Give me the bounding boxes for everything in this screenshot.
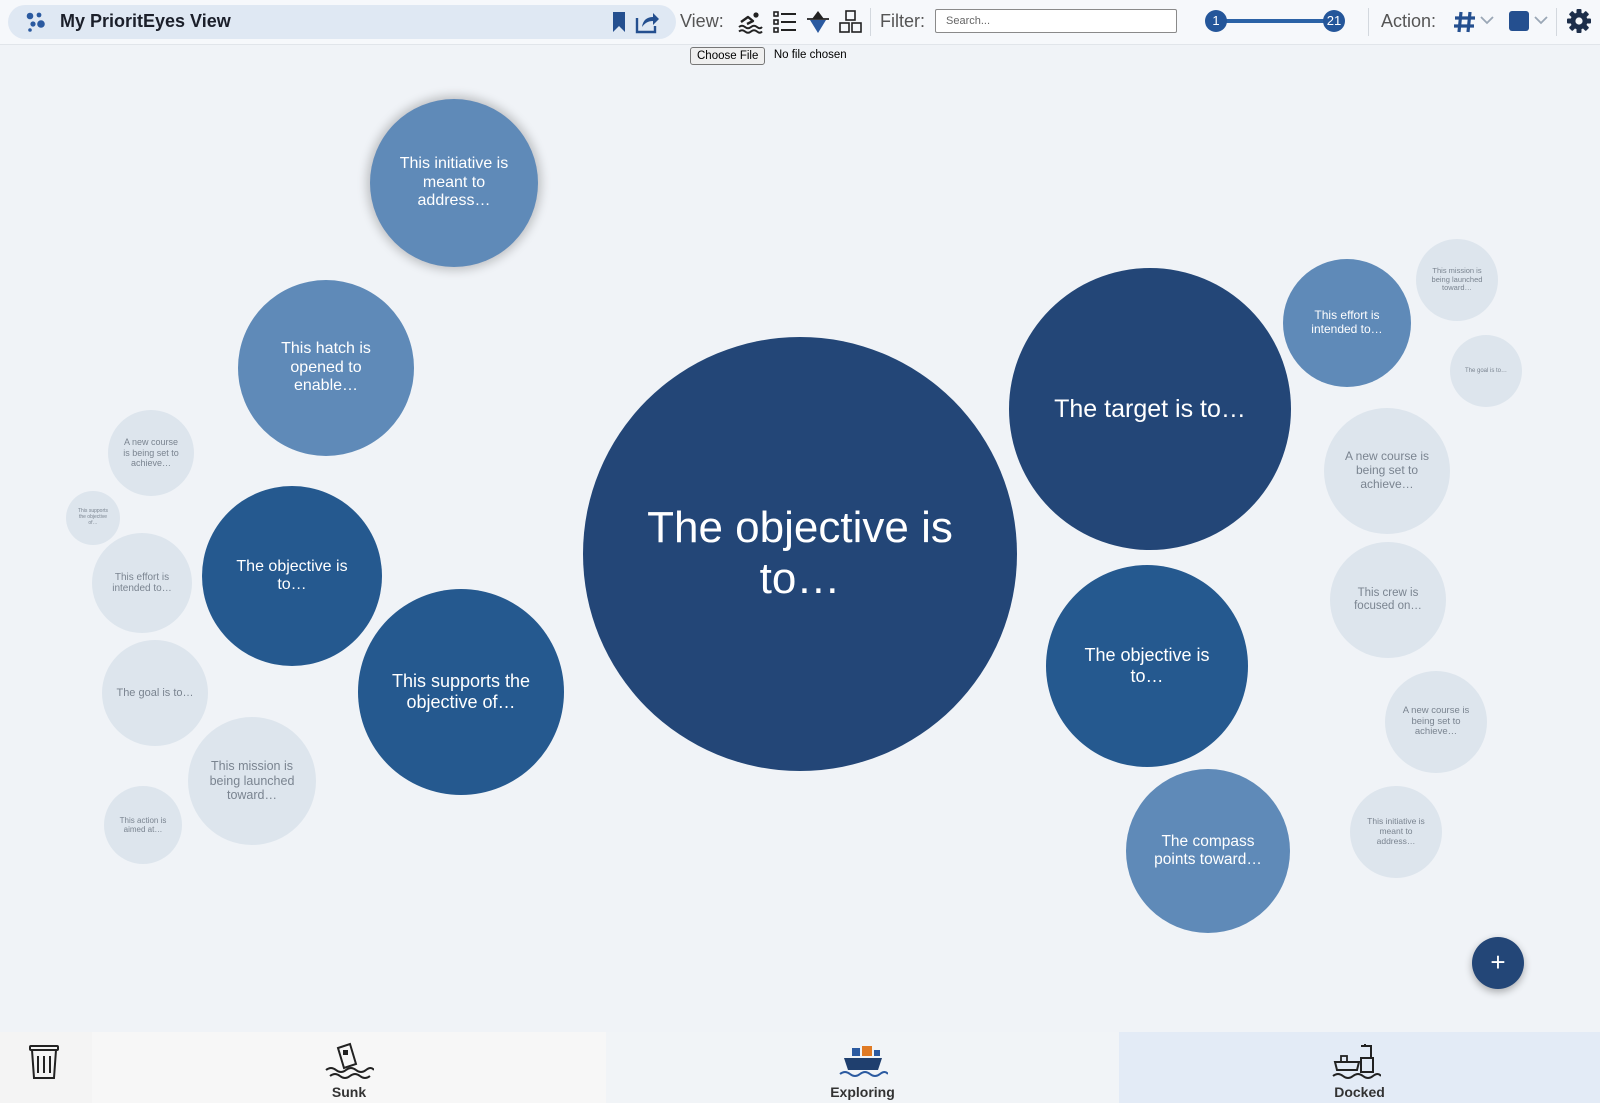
filter-label: Filter: [880,11,925,31]
cargo-ship-icon [839,1046,888,1077]
list-view-icon[interactable] [772,9,798,35]
docked-ship-icon [1332,1044,1381,1079]
blocks-view-icon[interactable] [838,9,864,35]
priority-bubble[interactable]: This mission is being launched toward… [1416,239,1498,321]
view-label: View: [680,11,724,31]
bookmark-icon[interactable] [609,9,629,35]
trash-zone[interactable] [0,1032,92,1103]
exploring-zone[interactable]: Exploring [606,1032,1119,1103]
app-title: My PrioritEyes View [60,11,231,31]
gear-icon[interactable] [1566,8,1592,34]
share-icon[interactable] [634,9,660,35]
trash-icon [29,1045,59,1079]
add-priority-button[interactable]: + [1472,937,1524,989]
priority-bubble[interactable]: This initiative is meant to address… [370,99,538,267]
priority-bubble[interactable]: The target is to… [1009,268,1291,550]
separator [1368,8,1369,36]
range-min-handle[interactable]: 1 [1205,10,1227,32]
top-toolbar: My PrioritEyes View View: Filter: 1 21 A… [0,0,1600,45]
hashtag-icon[interactable] [1452,9,1478,35]
zone-label-exploring: Exploring [830,1084,895,1100]
docked-zone[interactable]: Docked [1119,1032,1600,1103]
priority-bubble[interactable]: The objective is to… [202,486,382,666]
priority-bubble[interactable]: The goal is to… [102,640,208,746]
priority-bubble[interactable]: This action is aimed at… [104,786,182,864]
iceberg-view-icon[interactable] [805,9,831,35]
priority-bubble[interactable]: This effort is intended to… [92,533,192,633]
priority-bubble[interactable]: This supports the objective of… [66,491,120,545]
sunk-zone[interactable]: Sunk [92,1032,606,1103]
priority-bubble[interactable]: This hatch is opened to enable… [238,280,414,456]
sinking-ship-icon [325,1042,374,1079]
range-max-handle[interactable]: 21 [1323,10,1345,32]
chevron-down-icon[interactable] [1479,12,1495,28]
priority-bubble-main[interactable]: The objective is to… [583,337,1017,771]
zone-label-docked: Docked [1334,1084,1385,1100]
priority-bubble[interactable]: The compass points toward… [1126,769,1290,933]
priority-bubble[interactable]: A new course is being set to achieve… [1324,408,1450,534]
priority-bubble[interactable]: This mission is being launched toward… [188,717,316,845]
status-zones: Sunk Exploring Docked [0,1032,1600,1103]
action-label: Action: [1381,11,1437,31]
color-swatch[interactable] [1509,11,1529,31]
priority-bubble[interactable]: This crew is focused on… [1330,542,1446,658]
chevron-down-icon[interactable] [1533,12,1549,28]
zone-label-sunk: Sunk [331,1084,367,1100]
swimmer-view-icon[interactable] [737,9,763,35]
separator [1556,8,1557,36]
bubble-canvas: This initiative is meant to address… Thi… [0,44,1600,1032]
priority-range-track[interactable] [1216,19,1334,23]
priority-bubble[interactable]: A new course is being set to achieve… [108,410,194,496]
separator [870,8,871,36]
priority-bubble[interactable]: A new course is being set to achieve… [1385,671,1487,773]
priority-bubble[interactable]: This initiative is meant to address… [1350,786,1442,878]
app-logo-icon[interactable] [24,10,48,34]
search-input[interactable] [935,9,1177,33]
priority-bubble[interactable]: This effort is intended to… [1283,259,1411,387]
priority-bubble[interactable]: This supports the objective of… [358,589,564,795]
priority-bubble[interactable]: The objective is to… [1046,565,1248,767]
priority-bubble[interactable]: The goal is to… [1450,335,1522,407]
